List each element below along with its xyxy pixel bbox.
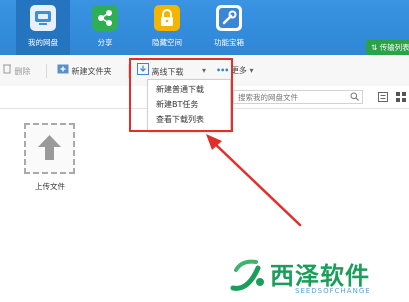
upload-file-label: 上传文件	[35, 182, 65, 191]
watermark-subtitle: SEEDSOFCHANGE	[295, 287, 371, 295]
upload-arrow-icon	[38, 135, 61, 160]
watermark-logo-icon	[230, 259, 264, 291]
watermark-title: 西泽软件	[270, 262, 370, 290]
upload-file-tile[interactable]	[24, 123, 75, 174]
